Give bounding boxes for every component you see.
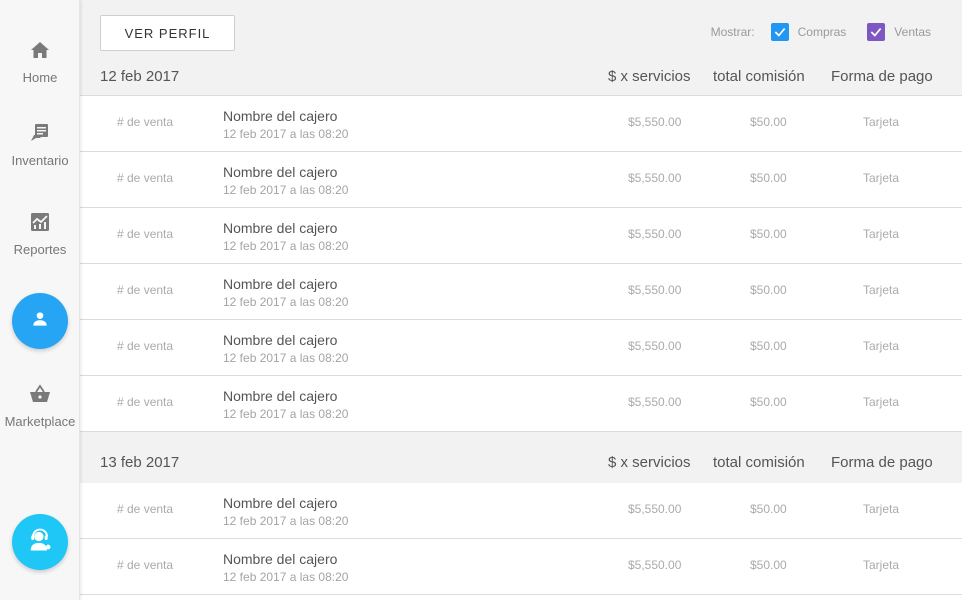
reports-icon bbox=[28, 210, 52, 234]
profile-nav-button[interactable] bbox=[12, 293, 68, 349]
sale-timestamp: 12 feb 2017 a las 08:20 bbox=[223, 295, 349, 309]
column-header-servicios: $ x servicios bbox=[608, 68, 691, 85]
column-header-servicios: $ x servicios bbox=[608, 454, 691, 471]
sale-row[interactable]: # de venta Nombre del cajero 12 feb 2017… bbox=[80, 539, 962, 595]
service-amount: $5,550.00 bbox=[628, 115, 682, 129]
sale-number: # de venta bbox=[117, 339, 174, 353]
commission-amount: $50.00 bbox=[750, 171, 787, 185]
payment-method: Tarjeta bbox=[863, 115, 900, 129]
service-amount: $5,550.00 bbox=[628, 502, 682, 516]
sale-timestamp: 12 feb 2017 a las 08:20 bbox=[223, 570, 349, 584]
cashier-name: Nombre del cajero bbox=[223, 388, 338, 404]
sidebar-item-label: Home bbox=[22, 70, 58, 85]
sale-row[interactable]: # de venta Nombre del cajero 12 feb 2017… bbox=[80, 264, 962, 320]
sale-timestamp: 12 feb 2017 a las 08:20 bbox=[223, 351, 349, 365]
ventas-label: Ventas bbox=[894, 25, 931, 39]
sidebar: Home Inventario Reportes Marketplace bbox=[0, 0, 80, 600]
sidebar-item-home[interactable]: Home bbox=[0, 38, 80, 85]
compras-label: Compras bbox=[797, 25, 847, 39]
payment-method: Tarjeta bbox=[863, 395, 900, 409]
payment-method: Tarjeta bbox=[863, 227, 900, 241]
payment-method: Tarjeta bbox=[863, 171, 900, 185]
sale-row[interactable]: # de venta Nombre del cajero 12 feb 2017… bbox=[80, 320, 962, 376]
sidebar-item-label: Reportes bbox=[13, 242, 67, 257]
service-amount: $5,550.00 bbox=[628, 339, 682, 353]
date-group-header: 12 feb 2017 $ x servicios total comisión… bbox=[80, 60, 962, 96]
sale-timestamp: 12 feb 2017 a las 08:20 bbox=[223, 407, 349, 421]
commission-amount: $50.00 bbox=[750, 283, 787, 297]
sidebar-item-inventario[interactable]: Inventario bbox=[0, 121, 80, 168]
sale-row[interactable]: # de venta Nombre del cajero 12 feb 2017… bbox=[80, 376, 962, 432]
sale-number: # de venta bbox=[117, 171, 174, 185]
sale-row[interactable]: # de venta Nombre del cajero 12 feb 2017… bbox=[80, 208, 962, 264]
cashier-name: Nombre del cajero bbox=[223, 164, 338, 180]
person-icon bbox=[30, 309, 50, 334]
group-date: 13 feb 2017 bbox=[100, 454, 180, 471]
sale-row[interactable]: # de venta Nombre del cajero 12 feb 2017… bbox=[80, 152, 962, 208]
service-amount: $5,550.00 bbox=[628, 558, 682, 572]
commission-amount: $50.00 bbox=[750, 115, 787, 129]
sale-row[interactable]: # de venta Nombre del cajero 12 feb 2017… bbox=[80, 483, 962, 539]
sale-row[interactable]: # de venta Nombre del cajero 12 feb 2017… bbox=[80, 96, 962, 152]
basket-icon bbox=[28, 382, 52, 406]
column-header-comision: total comisión bbox=[713, 68, 805, 85]
sale-number: # de venta bbox=[117, 395, 174, 409]
cashier-name: Nombre del cajero bbox=[223, 220, 338, 236]
payment-method: Tarjeta bbox=[863, 502, 900, 516]
payment-method: Tarjeta bbox=[863, 339, 900, 353]
service-amount: $5,550.00 bbox=[628, 283, 682, 297]
check-icon bbox=[871, 27, 882, 37]
payment-method: Tarjeta bbox=[863, 558, 900, 572]
column-header-comision: total comisión bbox=[713, 454, 805, 471]
sidebar-item-label: Inventario bbox=[11, 153, 69, 168]
service-amount: $5,550.00 bbox=[628, 395, 682, 409]
group-date: 12 feb 2017 bbox=[100, 68, 180, 85]
commission-amount: $50.00 bbox=[750, 558, 787, 572]
sidebar-item-label: Marketplace bbox=[4, 414, 76, 429]
sale-timestamp: 12 feb 2017 a las 08:20 bbox=[223, 183, 349, 197]
sidebar-item-reportes[interactable]: Reportes bbox=[0, 210, 80, 257]
support-nav-button[interactable] bbox=[12, 514, 68, 570]
sale-timestamp: 12 feb 2017 a las 08:20 bbox=[223, 239, 349, 253]
service-amount: $5,550.00 bbox=[628, 227, 682, 241]
commission-amount: $50.00 bbox=[750, 502, 787, 516]
commission-amount: $50.00 bbox=[750, 395, 787, 409]
home-icon bbox=[28, 38, 52, 62]
column-header-pago: Forma de pago bbox=[831, 454, 933, 471]
cashier-name: Nombre del cajero bbox=[223, 108, 338, 124]
payment-method: Tarjeta bbox=[863, 283, 900, 297]
check-icon bbox=[774, 27, 785, 37]
sale-timestamp: 12 feb 2017 a las 08:20 bbox=[223, 514, 349, 528]
sale-number: # de venta bbox=[117, 502, 174, 516]
sale-number: # de venta bbox=[117, 115, 174, 129]
cashier-name: Nombre del cajero bbox=[223, 276, 338, 292]
support-agent-icon bbox=[26, 526, 54, 559]
sale-number: # de venta bbox=[117, 558, 174, 572]
service-amount: $5,550.00 bbox=[628, 171, 682, 185]
toolbar: VER PERFIL Mostrar: Compras Ventas bbox=[80, 0, 962, 60]
ventas-checkbox[interactable] bbox=[867, 23, 886, 41]
commission-amount: $50.00 bbox=[750, 227, 787, 241]
inventory-icon bbox=[28, 121, 52, 145]
column-header-pago: Forma de pago bbox=[831, 68, 933, 85]
sidebar-item-marketplace[interactable]: Marketplace bbox=[0, 382, 80, 429]
show-filters: Mostrar: Compras Ventas bbox=[711, 23, 931, 41]
view-profile-button[interactable]: VER PERFIL bbox=[100, 15, 235, 51]
date-group-header: 13 feb 2017 $ x servicios total comisión… bbox=[80, 432, 962, 484]
cashier-name: Nombre del cajero bbox=[223, 332, 338, 348]
show-label: Mostrar: bbox=[710, 25, 755, 39]
sale-number: # de venta bbox=[117, 283, 174, 297]
sale-number: # de venta bbox=[117, 227, 174, 241]
cashier-name: Nombre del cajero bbox=[223, 551, 338, 567]
commission-amount: $50.00 bbox=[750, 339, 787, 353]
sales-list-panel: VER PERFIL Mostrar: Compras Ventas 12 fe… bbox=[80, 0, 962, 600]
compras-checkbox[interactable] bbox=[770, 23, 789, 41]
sale-timestamp: 12 feb 2017 a las 08:20 bbox=[223, 127, 349, 141]
cashier-name: Nombre del cajero bbox=[223, 495, 338, 511]
